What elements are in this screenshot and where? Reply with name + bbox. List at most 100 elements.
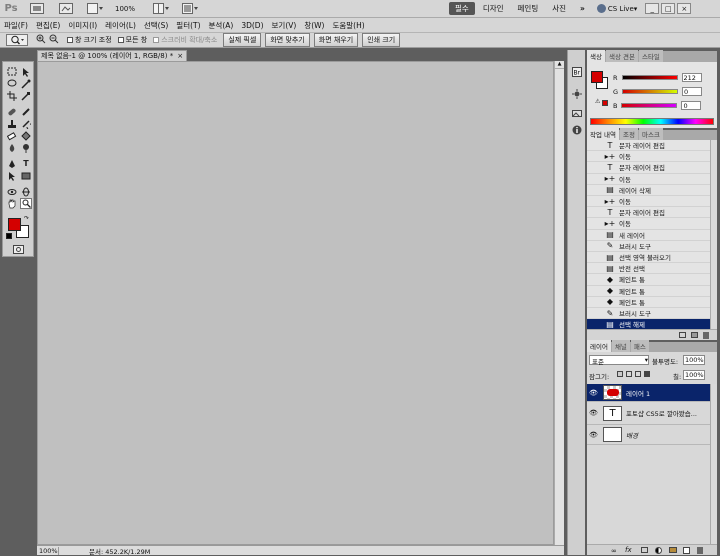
menu-image[interactable]: 이미지(I)	[68, 20, 97, 31]
quick-mask-icon[interactable]	[13, 245, 24, 254]
lock-position-icon[interactable]	[635, 371, 641, 377]
move-tool-icon[interactable]	[20, 66, 32, 77]
path-selection-tool-icon[interactable]	[6, 170, 18, 181]
history-item[interactable]: ◆ 페인트 통	[587, 286, 710, 297]
rectangle-tool-icon[interactable]	[20, 170, 32, 181]
adjustment-layer-icon[interactable]	[655, 547, 662, 554]
3d-light-panel-icon[interactable]	[571, 88, 582, 99]
lock-pixels-icon[interactable]	[626, 371, 632, 377]
visibility-eye-icon[interactable]: 👁	[589, 431, 599, 439]
color-panel-foreground-swatch[interactable]	[591, 71, 603, 83]
new-document-from-state-icon[interactable]	[679, 332, 686, 338]
3d-scene-panel-icon[interactable]	[571, 107, 582, 118]
history-item[interactable]: ▤ 새 레이어	[587, 230, 710, 241]
print-size-button[interactable]: 인쇄 크기	[362, 33, 401, 47]
delete-state-icon[interactable]	[703, 332, 709, 339]
history-item[interactable]: ▤ 레이어 삭제	[587, 185, 710, 196]
screen-mode-icon[interactable]	[178, 2, 202, 15]
cs-live-button[interactable]: CS Live▾	[596, 4, 637, 13]
mini-bridge-panel-icon[interactable]: Br	[571, 66, 582, 77]
tab-adjustments[interactable]: 조정	[620, 128, 638, 140]
history-item[interactable]: ▸+ 이동	[587, 218, 710, 230]
history-item[interactable]: ◆ 페인트 통	[587, 297, 710, 308]
lasso-tool-icon[interactable]	[6, 78, 18, 89]
gamut-swatch[interactable]	[602, 100, 608, 106]
close-tab-icon[interactable]: ×	[177, 52, 183, 60]
clone-stamp-tool-icon[interactable]	[6, 118, 18, 129]
bridge-icon[interactable]	[25, 2, 49, 15]
menu-edit[interactable]: 편집(E)	[36, 20, 60, 31]
marquee-tool-icon[interactable]	[6, 66, 18, 77]
history-item[interactable]: ◆ 페인트 통	[587, 274, 710, 286]
blur-tool-icon[interactable]	[6, 142, 18, 153]
blue-slider[interactable]	[621, 103, 678, 108]
menu-window[interactable]: 창(W)	[304, 20, 324, 31]
zoom-level[interactable]: 100%	[115, 5, 135, 13]
blend-mode-select[interactable]: 표준 ▾	[589, 355, 649, 366]
layer-style-icon[interactable]: fx	[625, 546, 632, 554]
swap-colors-icon[interactable]: ↷	[24, 215, 29, 222]
workspace-painting[interactable]: 페인팅	[512, 2, 545, 15]
tab-color[interactable]: 색상	[587, 50, 605, 62]
default-colors-icon[interactable]	[6, 233, 12, 239]
paint-bucket-tool-icon[interactable]	[20, 130, 32, 141]
actual-pixels-button[interactable]: 실제 픽셀	[223, 33, 262, 47]
mini-bridge-icon[interactable]	[54, 2, 78, 15]
status-document-size[interactable]: 문서: 452.2K/1.29M	[89, 546, 150, 556]
dodge-tool-icon[interactable]	[20, 142, 32, 153]
more-workspaces-button[interactable]: »	[574, 2, 591, 15]
delete-layer-icon[interactable]	[697, 547, 703, 554]
menu-select[interactable]: 선택(S)	[144, 20, 168, 31]
maximize-button[interactable]: □	[661, 3, 676, 14]
history-item[interactable]: ▤ 반전 선택	[587, 263, 710, 275]
visibility-eye-icon[interactable]: 👁	[589, 389, 599, 397]
tab-masks[interactable]: 마스크	[638, 128, 663, 140]
quick-selection-tool-icon[interactable]	[20, 78, 32, 89]
arrange-documents-icon[interactable]	[149, 2, 173, 15]
green-slider[interactable]	[622, 89, 679, 94]
blue-value-input[interactable]: 0	[681, 101, 702, 110]
all-windows-checkbox[interactable]: 모든 창	[117, 35, 147, 45]
out-of-gamut-warning-icon[interactable]: ⚠	[595, 98, 600, 105]
color-spectrum-ramp[interactable]	[590, 118, 714, 125]
resize-windows-checkbox[interactable]: 창 크기 조정	[67, 35, 112, 45]
extras-icon[interactable]	[83, 2, 107, 15]
pen-tool-icon[interactable]	[6, 158, 18, 169]
history-item[interactable]: T 문자 레이어 편집	[587, 140, 710, 152]
healing-brush-tool-icon[interactable]	[6, 106, 18, 117]
type-tool-icon[interactable]: T	[20, 158, 32, 169]
scrubby-zoom-checkbox[interactable]: 스크러비 확대/축소	[153, 35, 217, 45]
tab-styles[interactable]: 스타일	[638, 50, 663, 62]
workspace-photography[interactable]: 사진	[546, 2, 572, 15]
tab-paths[interactable]: 패스	[630, 340, 649, 352]
history-item[interactable]: ▸+ 이동	[587, 151, 710, 163]
create-snapshot-icon[interactable]	[691, 332, 698, 338]
workspace-essentials[interactable]: 필수	[449, 2, 475, 15]
document-tab[interactable]: 제목 없음-1 @ 100% (레이어 1, RGB/8) * ×	[37, 50, 187, 61]
tab-history[interactable]: 작업 내역	[587, 128, 619, 140]
red-value-input[interactable]: 212	[681, 73, 702, 82]
new-layer-icon[interactable]	[683, 547, 690, 554]
document-canvas[interactable]	[37, 61, 554, 545]
menu-view[interactable]: 보기(V)	[272, 20, 297, 31]
3d-rotate-tool-icon[interactable]	[6, 186, 18, 197]
workspace-design[interactable]: 디자인	[477, 2, 510, 15]
tool-preset-picker[interactable]	[6, 34, 28, 46]
history-item[interactable]: ▸+ 이동	[587, 196, 710, 208]
red-slider[interactable]	[621, 75, 678, 80]
history-item[interactable]: T 문자 레이어 편집	[587, 207, 710, 219]
link-layers-icon[interactable]: ∞	[611, 547, 617, 555]
foreground-color-swatch[interactable]	[8, 218, 21, 231]
info-panel-icon[interactable]	[571, 124, 582, 135]
fill-screen-button[interactable]: 화면 채우기	[313, 33, 359, 47]
tab-channels[interactable]: 채널	[611, 340, 630, 352]
scroll-up-icon[interactable]: ▲	[555, 61, 564, 69]
history-item[interactable]: T 문자 레이어 편집	[587, 162, 710, 174]
status-zoom-level[interactable]: 100%	[37, 546, 59, 555]
lock-all-icon[interactable]	[644, 371, 650, 377]
brush-tool-icon[interactable]	[20, 106, 32, 117]
history-item[interactable]: ▸+ 이동	[587, 174, 710, 185]
fill-input[interactable]: 100%	[683, 370, 705, 380]
fit-screen-button[interactable]: 화면 맞추기	[265, 33, 310, 47]
new-group-icon[interactable]	[669, 547, 677, 553]
